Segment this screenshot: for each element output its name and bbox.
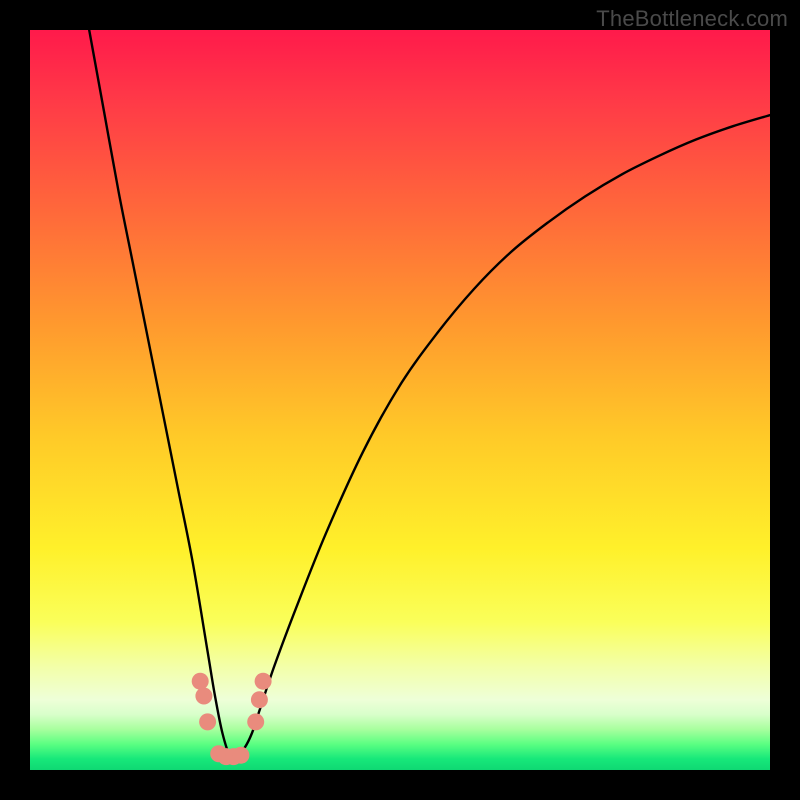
- chart-frame: TheBottleneck.com: [0, 0, 800, 800]
- gradient-background: [30, 30, 770, 770]
- marker-point: [199, 713, 216, 730]
- marker-point: [255, 673, 272, 690]
- marker-point: [251, 691, 268, 708]
- watermark-text: TheBottleneck.com: [596, 6, 788, 32]
- marker-point: [232, 747, 249, 764]
- bottleneck-chart: [30, 30, 770, 770]
- marker-point: [247, 713, 264, 730]
- marker-point: [192, 673, 209, 690]
- marker-point: [195, 688, 212, 705]
- plot-area: [30, 30, 770, 770]
